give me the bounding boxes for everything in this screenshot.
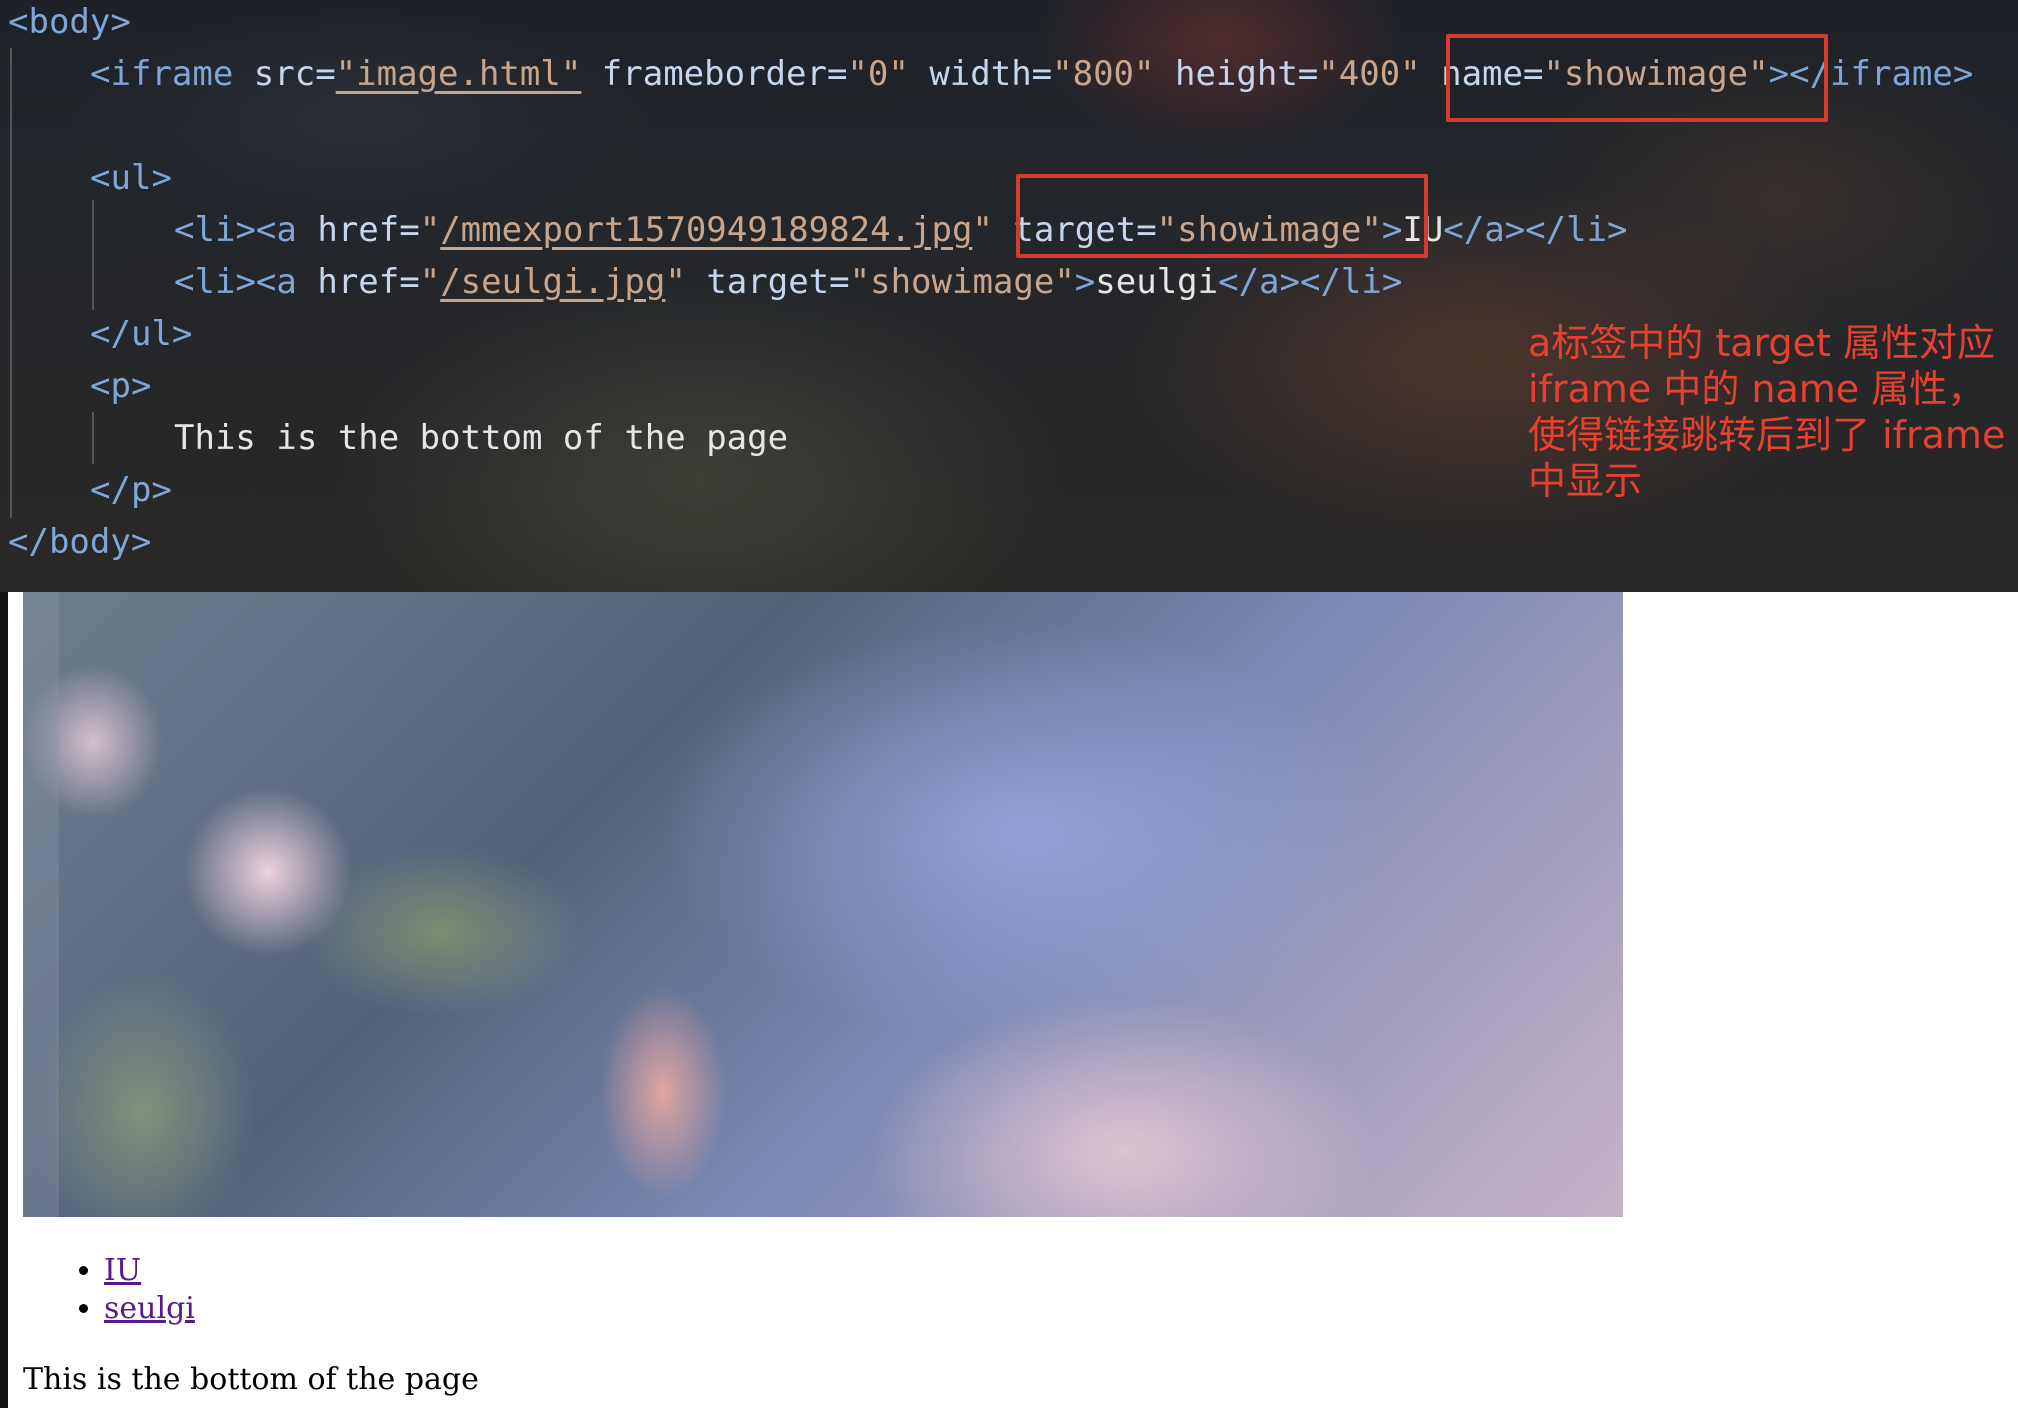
- code-token: li: [194, 262, 236, 302]
- code-token: target=: [685, 262, 850, 302]
- code-token: ul: [110, 158, 152, 198]
- code-token: <: [90, 158, 111, 198]
- indent-guide: [10, 48, 12, 518]
- code-block: <body> <iframe src="image.html" framebor…: [0, 0, 1973, 592]
- code-token: width=: [908, 54, 1053, 94]
- code-line-p-open: <p>: [90, 360, 151, 412]
- code-token: <: [8, 2, 29, 42]
- code-token: /seulgi.jpg: [440, 262, 666, 302]
- iframe-showimage[interactable]: [23, 592, 1623, 1217]
- list-item: IU: [104, 1252, 195, 1290]
- link-iu[interactable]: IU: [104, 1253, 141, 1288]
- code-token: <: [174, 210, 195, 250]
- link-seulgi[interactable]: seulgi: [104, 1291, 195, 1326]
- code-token: <: [174, 262, 195, 302]
- code-token: >: [151, 158, 172, 198]
- code-editor: <body> <iframe src="image.html" framebor…: [0, 0, 2018, 592]
- code-token: body: [28, 2, 111, 42]
- code-token: </body>: [8, 522, 152, 562]
- iframe-image-edge: [23, 592, 59, 1217]
- code-token: /mmexport1570949189824.jpg: [440, 210, 973, 250]
- code-token: <: [255, 262, 277, 302]
- code-token: <: [90, 366, 111, 406]
- highlight-box-name-attr: [1446, 34, 1828, 122]
- code-token: <: [255, 210, 277, 250]
- code-token: >: [235, 262, 256, 302]
- list-item: seulgi: [104, 1290, 195, 1328]
- code-token: href=: [296, 210, 420, 250]
- code-token: frameborder=: [581, 54, 848, 94]
- code-token: >: [235, 210, 256, 250]
- code-token: li: [194, 210, 236, 250]
- code-token: </a></li>: [1218, 262, 1403, 302]
- code-line-body-close: </body>: [8, 516, 151, 568]
- annotation-note: a标签中的 target 属性对应 iframe 中的 name 属性，使得链接…: [1528, 321, 2006, 503]
- code-line-ul-open: <ul>: [90, 152, 172, 204]
- code-token: >: [110, 2, 131, 42]
- code-token: ": [419, 262, 441, 302]
- link-list: IU seulgi: [50, 1252, 195, 1328]
- code-token: </ul>: [90, 314, 193, 354]
- code-line-p-close: </p>: [90, 464, 172, 516]
- code-token: ": [419, 210, 441, 250]
- code-token: >: [130, 366, 152, 406]
- code-line-ul-close: </ul>: [90, 308, 192, 360]
- code-token: "image.html": [335, 54, 582, 94]
- code-token: p: [110, 366, 131, 406]
- highlight-box-target-attr: [1016, 174, 1428, 258]
- code-token: iframe: [110, 54, 234, 94]
- code-token: </p>: [90, 470, 172, 510]
- code-line-body-open: <body>: [8, 0, 131, 48]
- code-token: src=: [233, 54, 336, 94]
- code-token: href=: [296, 262, 420, 302]
- code-token: ": [972, 210, 993, 250]
- code-token: height=: [1154, 54, 1319, 94]
- code-token: "800": [1052, 54, 1155, 94]
- code-token: </a></li>: [1443, 210, 1628, 250]
- code-line-li-seulgi: <li><a href="/seulgi.jpg" target="showim…: [174, 256, 1402, 308]
- window-edge: [0, 592, 8, 1408]
- indent-guide: [92, 200, 94, 310]
- code-token: a: [276, 210, 297, 250]
- code-token: "showimage": [849, 262, 1075, 302]
- code-token: <: [90, 54, 111, 94]
- code-token: >: [1074, 262, 1096, 302]
- code-token: This is the bottom of the page: [174, 418, 789, 458]
- code-token: ": [665, 262, 686, 302]
- code-token: a: [276, 262, 297, 302]
- code-line-p-text: This is the bottom of the page: [174, 412, 788, 464]
- indent-guide: [92, 412, 94, 464]
- bottom-paragraph: This is the bottom of the page: [23, 1362, 479, 1397]
- code-token: seulgi: [1095, 262, 1219, 302]
- code-token: "0": [847, 54, 909, 94]
- code-token: "400": [1318, 54, 1421, 94]
